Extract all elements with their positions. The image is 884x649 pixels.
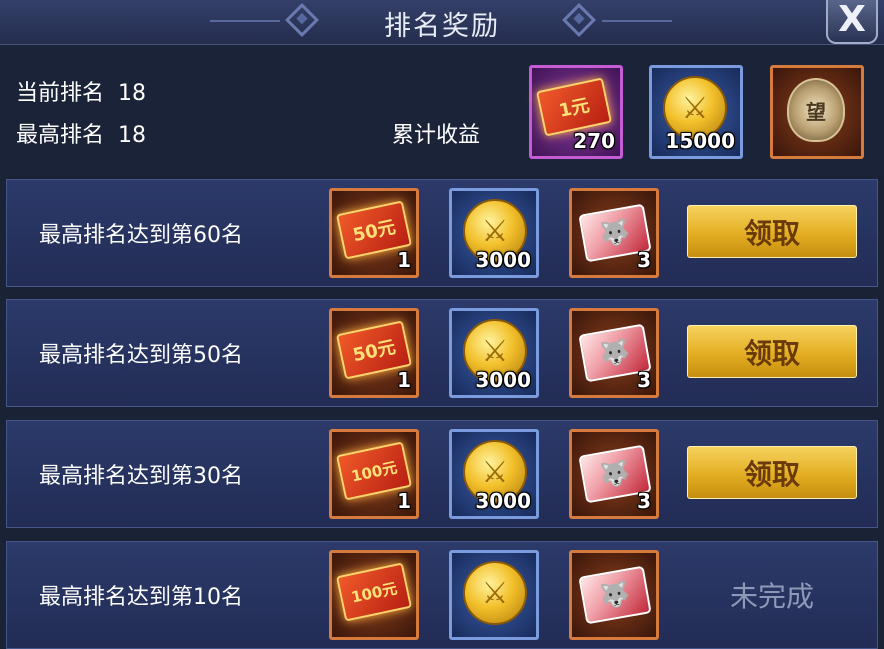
dialog-title: 排名奖励 <box>384 11 500 42</box>
best-rank-label: 最高排名 <box>16 123 105 148</box>
row-reward-red-envelope[interactable]: 50元 1 <box>329 188 419 278</box>
reward-row: 最高排名达到第10名 100元 ⚔ 🐺 未完成 <box>6 541 878 649</box>
summary-reward-count: 15000 <box>665 129 735 153</box>
row-reward-count: 1 <box>397 248 411 272</box>
row-reward-red-envelope[interactable]: 100元 <box>329 550 419 640</box>
current-rank-label: 当前排名 <box>16 81 105 106</box>
claim-button[interactable]: 领取 <box>687 205 857 258</box>
row-reward-wolf-card[interactable]: 🐺 <box>569 550 659 640</box>
row-reward-red-envelope[interactable]: 100元 1 <box>329 429 419 519</box>
reward-row: 最高排名达到第30名 100元 1 ⚔ 3000 🐺 3 领取 <box>6 420 878 528</box>
best-rank-value: 18 <box>118 123 147 148</box>
row-condition-label: 最高排名达到第60名 <box>39 223 243 248</box>
current-rank: 当前排名 18 <box>16 75 146 107</box>
summary-reward-gold-coin[interactable]: ⚔ 15000 <box>649 65 743 159</box>
row-reward-count: 1 <box>397 368 411 392</box>
row-condition-label: 最高排名达到第50名 <box>39 343 243 368</box>
row-condition-label: 最高排名达到第10名 <box>39 585 243 610</box>
row-reward-count: 3000 <box>475 368 531 392</box>
incomplete-status: 未完成 <box>729 580 814 613</box>
claim-button[interactable]: 领取 <box>687 446 857 499</box>
rank-summary: 当前排名 18 最高排名 18 累计收益 1元 270 ⚔ 15000 望 <box>0 45 884 175</box>
row-reward-wolf-card[interactable]: 🐺 3 <box>569 188 659 278</box>
summary-reward-medal[interactable]: 望 <box>770 65 864 159</box>
red-envelope-100-yuan-icon: 100元 <box>335 562 413 622</box>
row-reward-gold-coin[interactable]: ⚔ 3000 <box>449 429 539 519</box>
summary-reward-red-envelope[interactable]: 1元 270 <box>529 65 623 159</box>
row-reward-count: 3 <box>637 248 651 272</box>
gold-coin-icon: ⚔ <box>463 561 527 625</box>
header-ornament-line-right <box>602 20 672 22</box>
summary-reward-count: 270 <box>573 129 615 153</box>
row-reward-wolf-card[interactable]: 🐺 3 <box>569 308 659 398</box>
prestige-medal-icon: 望 <box>787 78 845 142</box>
row-reward-wolf-card[interactable]: 🐺 3 <box>569 429 659 519</box>
row-reward-count: 3 <box>637 368 651 392</box>
close-button[interactable]: X <box>826 0 878 44</box>
reward-row: 最高排名达到第50名 50元 1 ⚔ 3000 🐺 3 领取 <box>6 299 878 407</box>
dialog-header: 排名奖励 X <box>0 0 884 45</box>
row-reward-count: 1 <box>397 489 411 513</box>
best-rank: 最高排名 18 <box>16 117 146 149</box>
red-envelope-1-yuan-icon: 1元 <box>535 77 613 137</box>
row-reward-red-envelope[interactable]: 50元 1 <box>329 308 419 398</box>
row-reward-gold-coin[interactable]: ⚔ <box>449 550 539 640</box>
row-reward-count: 3 <box>637 489 651 513</box>
row-reward-gold-coin[interactable]: ⚔ 3000 <box>449 188 539 278</box>
row-condition-label: 最高排名达到第30名 <box>39 464 243 489</box>
row-reward-count: 3000 <box>475 489 531 513</box>
claim-button[interactable]: 领取 <box>687 325 857 378</box>
row-reward-gold-coin[interactable]: ⚔ 3000 <box>449 308 539 398</box>
wolf-card-icon: 🐺 <box>578 565 652 625</box>
current-rank-value: 18 <box>118 81 147 106</box>
reward-row: 最高排名达到第60名 50元 1 ⚔ 3000 🐺 3 领取 <box>6 179 878 287</box>
accumulated-label: 累计收益 <box>392 123 481 148</box>
row-reward-count: 3000 <box>475 248 531 272</box>
